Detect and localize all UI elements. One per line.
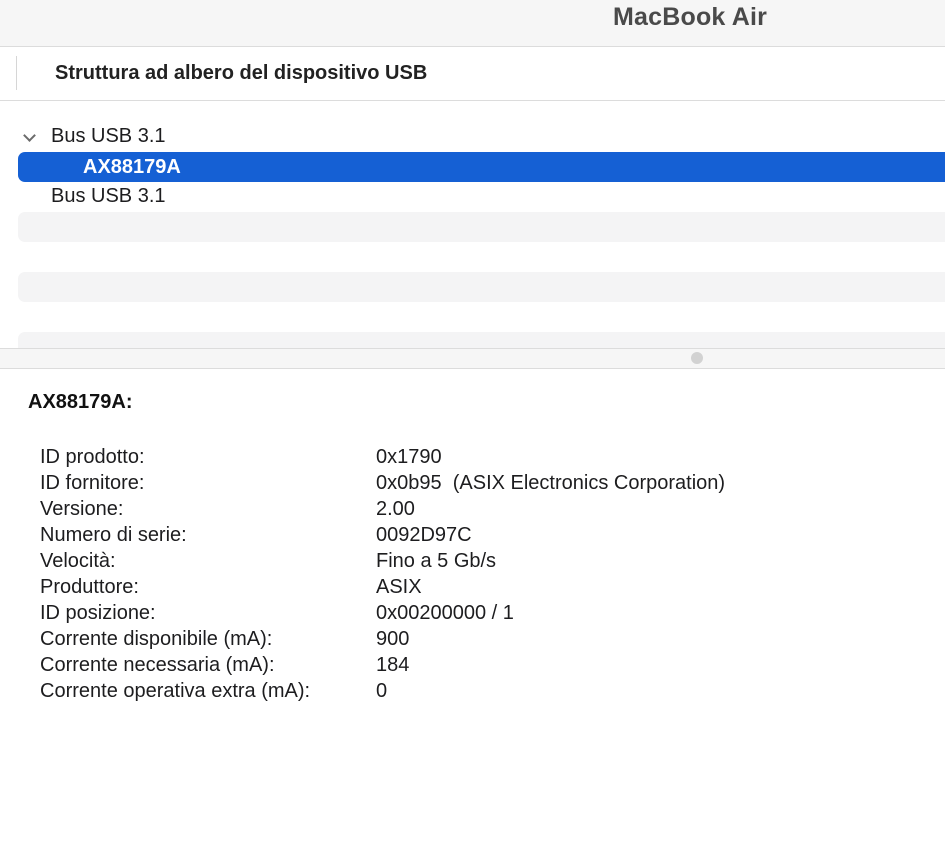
title-bar: MacBook Air bbox=[0, 0, 945, 47]
property-key: Produttore: bbox=[40, 576, 139, 598]
property-value: Fino a 5 Gb/s bbox=[376, 550, 497, 572]
empty-row bbox=[18, 332, 945, 348]
splitter-handle-icon[interactable] bbox=[691, 352, 703, 364]
tree-item-ax88179a[interactable]: AX88179A bbox=[18, 152, 945, 182]
window-title: MacBook Air bbox=[613, 3, 768, 31]
property-value: 0092D97C bbox=[376, 524, 472, 546]
column-divider[interactable] bbox=[16, 56, 17, 90]
property-key: Numero di serie: bbox=[40, 524, 187, 546]
property-key: ID fornitore: bbox=[40, 472, 145, 494]
tree-column-header-row: Struttura ad albero del dispositivo USB bbox=[0, 47, 945, 101]
property-value: 0x0b95 (ASIX Electronics Corporation) bbox=[376, 472, 726, 494]
property-value: 0x00200000 / 1 bbox=[376, 602, 514, 624]
empty-row bbox=[18, 272, 945, 302]
property-value: ASIX bbox=[376, 576, 422, 598]
property-value: 2.00 bbox=[376, 498, 415, 520]
tree-item-label: AX88179A bbox=[83, 156, 181, 178]
tree-item-label: Bus USB 3.1 bbox=[51, 125, 166, 147]
tree-column-header[interactable]: Struttura ad albero del dispositivo USB bbox=[55, 62, 427, 85]
empty-row bbox=[18, 212, 945, 242]
tree-item-label: Bus USB 3.1 bbox=[51, 185, 166, 207]
property-key: Velocità: bbox=[40, 550, 116, 572]
device-details-panel: AX88179A: ID prodotto: 0x1790 ID fornito… bbox=[0, 369, 945, 855]
tree-item-bus-usb-3-1-second[interactable]: Bus USB 3.1 bbox=[18, 181, 945, 211]
property-value: 0 bbox=[376, 680, 388, 702]
tree-item-bus-usb-3-1-first[interactable]: Bus USB 3.1 bbox=[18, 121, 945, 151]
device-details-title: AX88179A: bbox=[28, 391, 133, 413]
usb-device-tree[interactable]: Bus USB 3.1 AX88179A Bus USB 3.1 bbox=[0, 101, 945, 348]
property-key: Corrente disponibile (mA): bbox=[40, 628, 273, 650]
chevron-down-icon[interactable] bbox=[23, 129, 36, 142]
property-value: 900 bbox=[376, 628, 410, 650]
property-key: ID posizione: bbox=[40, 602, 156, 624]
property-value: 0x1790 bbox=[376, 446, 442, 468]
property-key: Corrente necessaria (mA): bbox=[40, 654, 275, 676]
property-key: ID prodotto: bbox=[40, 446, 145, 468]
property-value: 184 bbox=[376, 654, 410, 676]
split-view-divider[interactable] bbox=[0, 348, 945, 369]
property-key: Corrente operativa extra (mA): bbox=[40, 680, 311, 702]
property-key: Versione: bbox=[40, 498, 124, 520]
